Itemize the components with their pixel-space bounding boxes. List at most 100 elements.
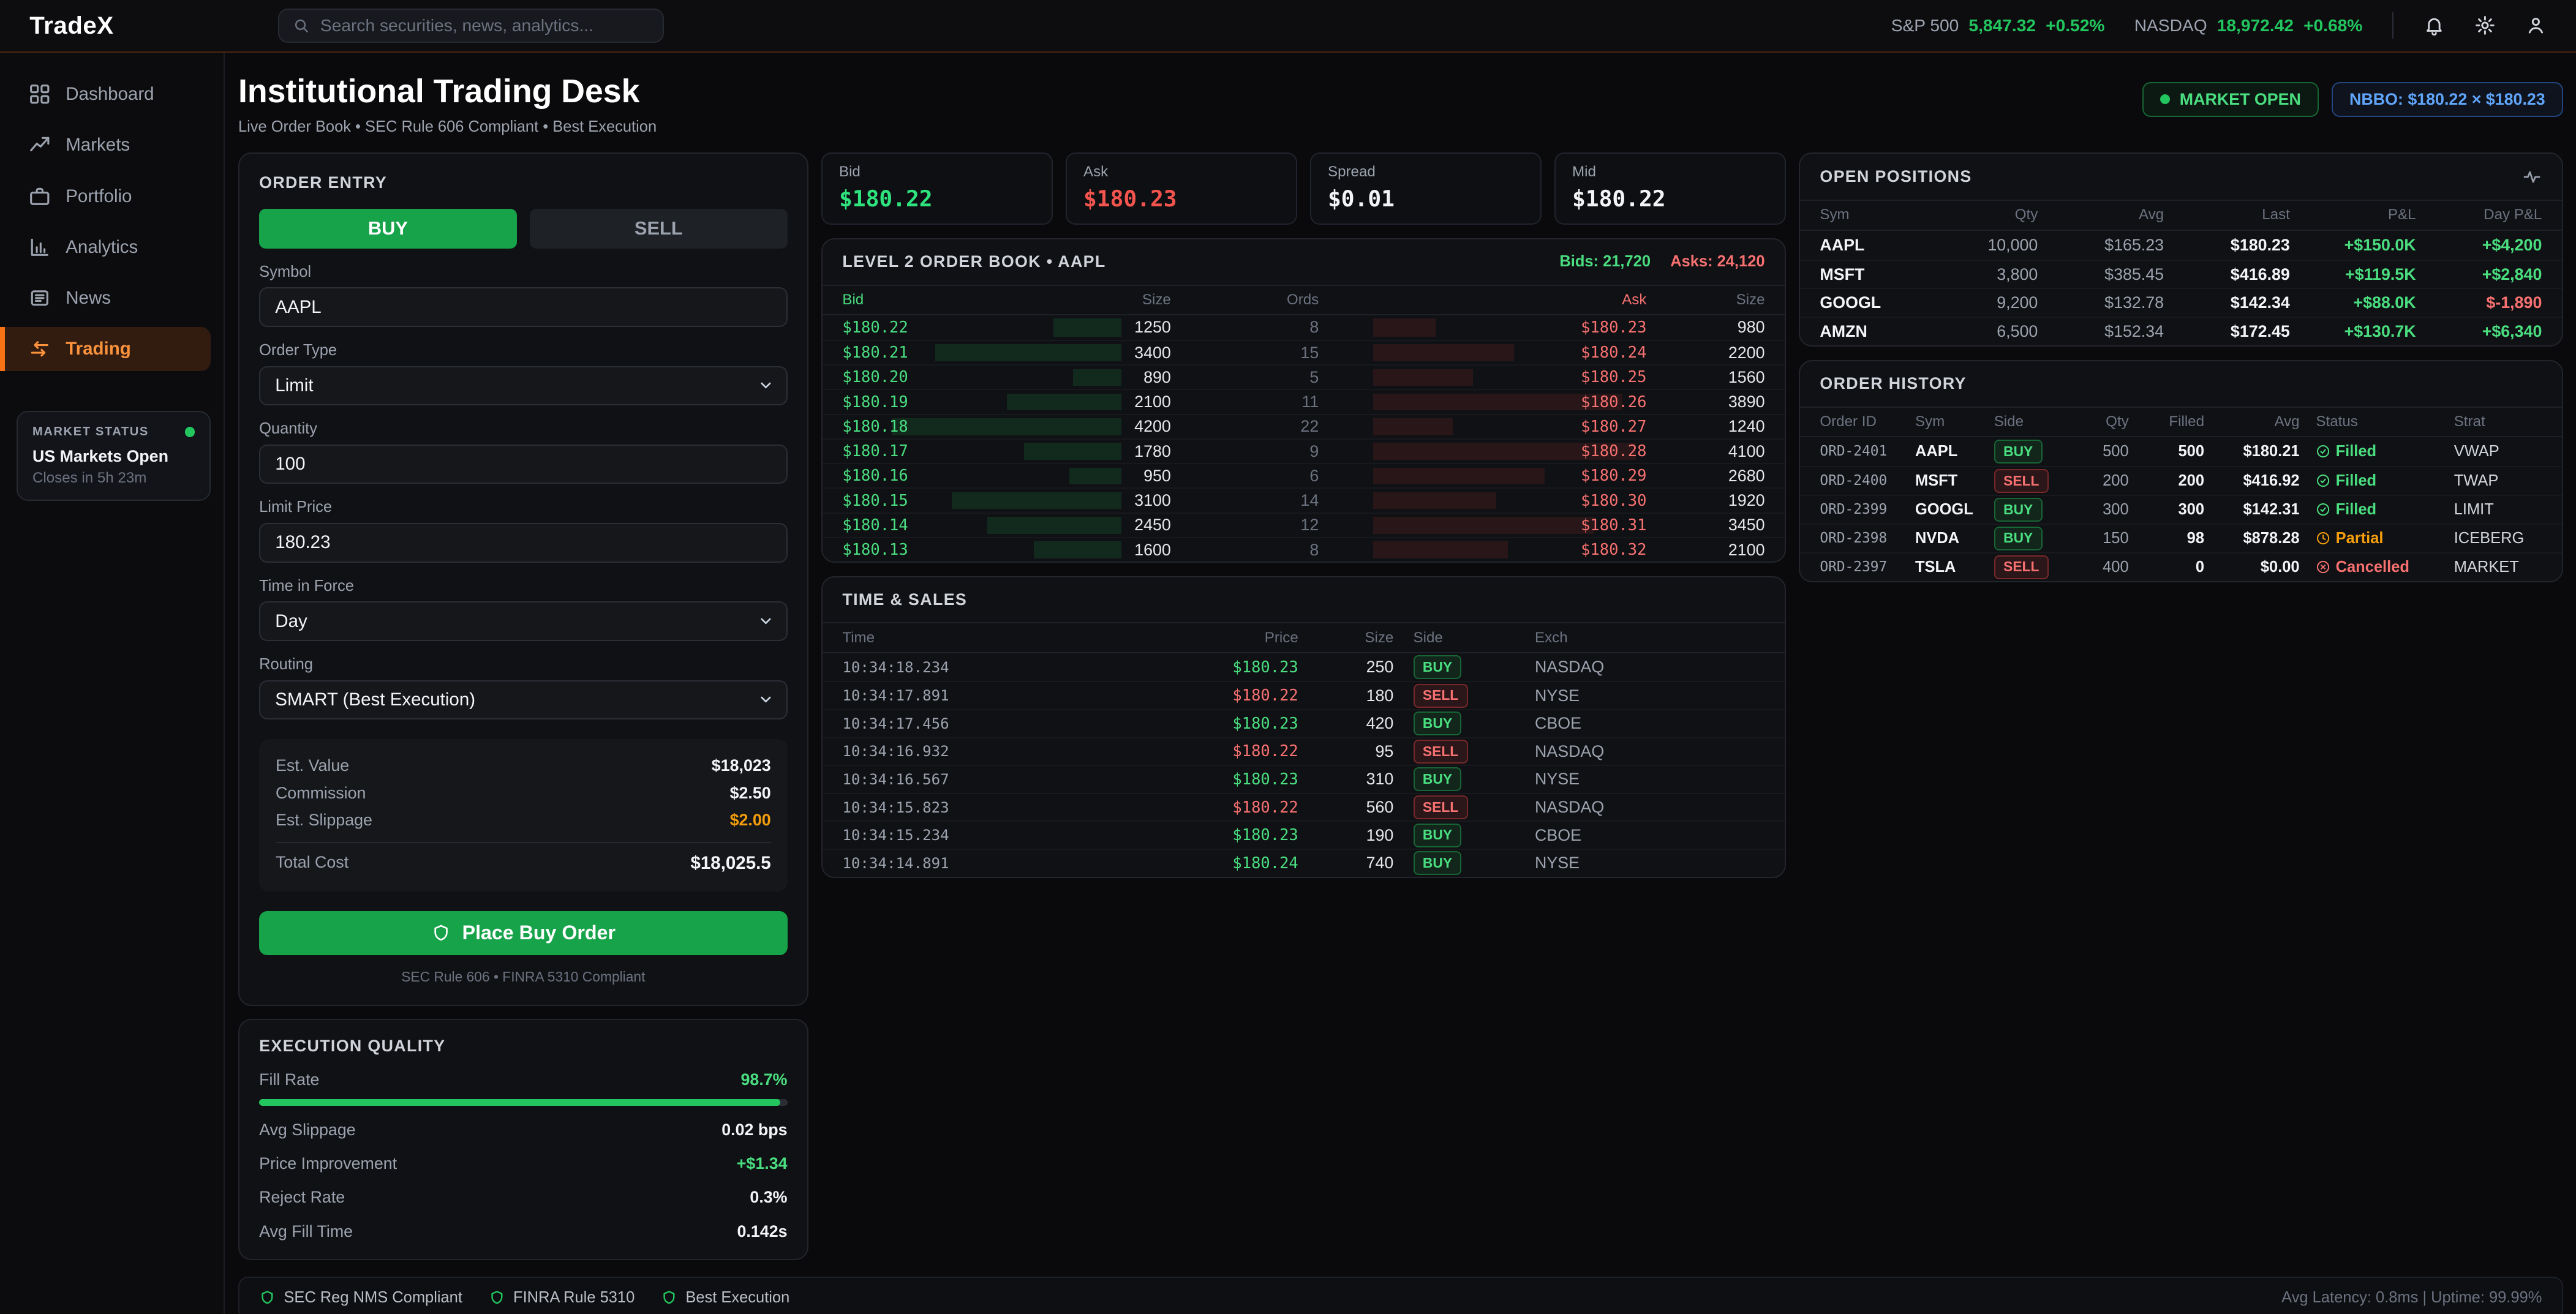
- routing-select[interactable]: SMART (Best Execution): [259, 680, 787, 719]
- slippage-label: Est. Slippage: [276, 811, 372, 830]
- sidebar-item-dashboard[interactable]: Dashboard: [0, 72, 211, 116]
- position-row[interactable]: GOOGL9,200$132.78$142.34+$88.0K$-1,890: [1800, 288, 2561, 317]
- trade-exchange: NYSE: [1499, 854, 1765, 873]
- order-book-row[interactable]: $180.2212508$180.23980: [823, 315, 1785, 340]
- commission-label: Commission: [276, 784, 366, 803]
- position-row[interactable]: MSFT3,800$385.45$416.89+$119.5K+$2,840: [1800, 260, 2561, 288]
- order-book-row[interactable]: $180.15310014$180.301920: [823, 487, 1785, 512]
- symbol-field[interactable]: [259, 287, 787, 326]
- order-entry-panel: ORDER ENTRY BUY SELL Symbol Order Type L…: [238, 152, 808, 1006]
- profile-button[interactable]: [2525, 15, 2547, 36]
- shield-icon: [259, 1290, 276, 1306]
- avg-slippage-value: 0.02 bps: [721, 1121, 787, 1139]
- side-badge: BUY: [1414, 767, 1462, 791]
- position-last: $142.34: [2164, 293, 2290, 312]
- history-rows: ORD-2401AAPLBUY500500$180.21FilledVWAPOR…: [1800, 437, 2561, 581]
- order-history-row: ORD-2397TSLASELL4000$0.00CancelledMARKET: [1800, 552, 2561, 581]
- routing-label: Routing: [259, 656, 787, 674]
- ticker-nasdaq: NASDAQ 18,972.42 +0.68%: [2134, 16, 2363, 36]
- ask-price: $180.31: [1319, 516, 1646, 535]
- order-status-label: Cancelled: [2336, 558, 2409, 576]
- side-badge: SELL: [1414, 684, 1468, 708]
- position-pnl: +$88.0K: [2290, 293, 2416, 312]
- order-count: 11: [1171, 392, 1319, 411]
- order-status: Filled: [2300, 472, 2438, 490]
- bids-total: Bids: 21,720: [1559, 253, 1651, 271]
- page-title: Institutional Trading Desk: [238, 72, 657, 110]
- position-pnl: +$150.0K: [2290, 236, 2416, 255]
- market-status-card: MARKET STATUS US Markets Open Closes in …: [17, 411, 211, 501]
- order-book-row[interactable]: $180.21340015$180.242200: [823, 340, 1785, 364]
- bid-size: 3400: [947, 344, 1171, 362]
- sidebar-item-portfolio[interactable]: Portfolio: [0, 174, 211, 218]
- order-symbol: TSLA: [1915, 558, 1994, 576]
- trade-size: 560: [1298, 798, 1394, 817]
- quote-stats-row: Bid$180.22 Ask$180.23 Spread$0.01 Mid$18…: [821, 152, 1786, 225]
- user-icon: [2525, 15, 2547, 36]
- ticker-label: S&P 500: [1891, 16, 1959, 36]
- order-book-row[interactable]: $180.19210011$180.263890: [823, 389, 1785, 413]
- positions-rows: AAPL10,000$165.23$180.23+$150.0K+$4,200M…: [1800, 231, 2561, 346]
- ask-size: 1920: [1646, 491, 1764, 510]
- trade-exchange: NASDAQ: [1499, 742, 1765, 761]
- order-filled: 500: [2129, 443, 2204, 460]
- open-positions-title: OPEN POSITIONS: [1820, 167, 1972, 186]
- check-circle-icon: [2316, 502, 2330, 517]
- price-improvement-value: +$1.34: [737, 1154, 788, 1173]
- sell-tab[interactable]: SELL: [530, 209, 787, 248]
- time-in-force-select[interactable]: Day: [259, 601, 787, 640]
- order-book-row[interactable]: $180.208905$180.251560: [823, 364, 1785, 389]
- order-strategy: MARKET: [2438, 558, 2542, 576]
- sidebar-item-label: Dashboard: [66, 84, 154, 105]
- sidebar-item-markets[interactable]: Markets: [0, 123, 211, 167]
- sidebar-item-trading[interactable]: Trading: [0, 327, 211, 371]
- order-qty: 150: [2069, 530, 2129, 547]
- avg-fill-time-label: Avg Fill Time: [259, 1222, 353, 1241]
- settings-button[interactable]: [2474, 15, 2496, 36]
- fill-rate-value: 98.7%: [741, 1070, 788, 1089]
- sidebar-item-analytics[interactable]: Analytics: [0, 225, 211, 269]
- bid-size: 2100: [947, 392, 1171, 411]
- order-qty: 300: [2069, 501, 2129, 519]
- order-type-select[interactable]: Limit: [259, 366, 787, 405]
- trending-up-icon: [28, 134, 51, 157]
- positions-column: OPEN POSITIONS Sym Qty Avg Last P&L Day …: [1799, 152, 2563, 582]
- order-book-row[interactable]: $180.18420022$180.271240: [823, 414, 1785, 438]
- order-symbol: NVDA: [1915, 530, 1994, 547]
- order-status: Filled: [2300, 443, 2438, 460]
- global-search[interactable]: [278, 9, 664, 43]
- positions-column-headers: Sym Qty Avg Last P&L Day P&L: [1800, 201, 2561, 230]
- order-book-row[interactable]: $180.1316008$180.322100: [823, 537, 1785, 561]
- trade-size: 95: [1298, 742, 1394, 761]
- x-circle-icon: [2316, 560, 2330, 574]
- limit-price-field[interactable]: [259, 523, 787, 562]
- time-in-force-label: Time in Force: [259, 577, 787, 595]
- order-status: Partial: [2300, 530, 2438, 547]
- order-status-label: Partial: [2336, 530, 2384, 547]
- bid-size: 890: [947, 368, 1171, 387]
- trade-time: 10:34:18.234: [842, 659, 1134, 676]
- place-buy-order-button[interactable]: Place Buy Order: [259, 911, 787, 955]
- notifications-button[interactable]: [2423, 15, 2445, 36]
- position-pnl: +$130.7K: [2290, 322, 2416, 341]
- position-row[interactable]: AMZN6,500$152.34$172.45+$130.7K+$6,340: [1800, 317, 2561, 345]
- position-symbol: AMZN: [1820, 322, 1911, 341]
- bid-price: $180.15: [842, 492, 947, 510]
- order-book-row[interactable]: $180.169506$180.292680: [823, 463, 1785, 487]
- position-row[interactable]: AAPL10,000$165.23$180.23+$150.0K+$4,200: [1800, 231, 2561, 260]
- order-book-row[interactable]: $180.14245012$180.313450: [823, 512, 1785, 537]
- search-input[interactable]: [320, 16, 650, 36]
- search-icon: [292, 17, 311, 35]
- buy-tab[interactable]: BUY: [259, 209, 516, 248]
- ask-price: $180.25: [1319, 368, 1646, 386]
- position-symbol: AAPL: [1820, 236, 1911, 255]
- order-book-row[interactable]: $180.1717809$180.284100: [823, 438, 1785, 463]
- sidebar-item-news[interactable]: News: [0, 276, 211, 320]
- order-status-label: Filled: [2336, 443, 2377, 460]
- order-count: 9: [1171, 442, 1319, 461]
- order-status: Cancelled: [2300, 558, 2438, 576]
- limit-price-label: Limit Price: [259, 498, 787, 516]
- order-id: ORD-2397: [1820, 559, 1915, 575]
- quantity-field[interactable]: [259, 445, 787, 484]
- order-strategy: LIMIT: [2438, 501, 2542, 519]
